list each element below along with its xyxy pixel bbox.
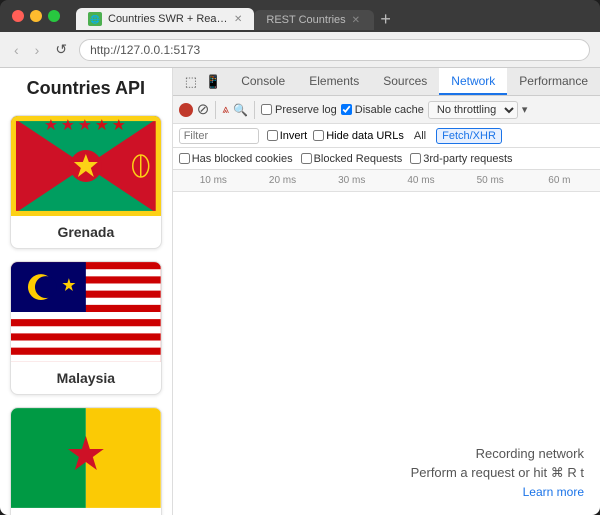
tick-30ms: 30 ms xyxy=(317,175,386,186)
network-recording-message: Recording network xyxy=(476,446,584,461)
list-item: Malaysia xyxy=(10,261,162,395)
all-filter[interactable]: All xyxy=(410,130,430,142)
tab-elements-label: Elements xyxy=(309,74,359,88)
tab-elements[interactable]: Elements xyxy=(297,68,371,95)
flag-grenada-container xyxy=(11,116,161,216)
tab-close-icon[interactable]: ✕ xyxy=(234,14,242,25)
tab-console[interactable]: Console xyxy=(229,68,297,95)
hide-data-label: Hide data URLs xyxy=(326,130,404,142)
url-text: http://127.0.0.1:5173 xyxy=(90,43,200,57)
content-area: Countries API xyxy=(0,68,600,515)
stop-button[interactable]: ⊘ xyxy=(197,102,210,117)
blocked-cookies-group: Has blocked cookies xyxy=(179,153,293,165)
filter-input[interactable] xyxy=(179,128,259,144)
device-icon[interactable]: 📱 xyxy=(201,74,225,90)
tab-favicon: 🌐 xyxy=(88,12,102,26)
filter-options: Invert Hide data URLs All Fetch/XHR xyxy=(267,128,502,144)
third-party-group: 3rd-party requests xyxy=(410,153,512,165)
tick-40ms: 40 ms xyxy=(386,175,455,186)
browser-tabs: 🌐 Countries SWR + React Query ✕ REST Cou… xyxy=(68,2,588,30)
record-button[interactable] xyxy=(179,103,193,117)
blocked-requests-checkbox[interactable] xyxy=(301,153,312,164)
tab-close-inactive-icon[interactable]: ✕ xyxy=(352,15,360,26)
fetch-xhr-filter[interactable]: Fetch/XHR xyxy=(436,128,502,144)
tab-sources[interactable]: Sources xyxy=(371,68,439,95)
list-item: French Guiana xyxy=(10,407,162,515)
forward-button[interactable]: › xyxy=(31,40,44,60)
blocked-cookies-label: Has blocked cookies xyxy=(192,153,293,165)
devtools-toolbar: ⊘ ⩓ 🔍 Preserve log Disable cache No thro… xyxy=(173,96,600,124)
search-icon[interactable]: 🔍 xyxy=(233,103,248,117)
devtools-panel: ⬚ 📱 Console Elements Sources Network Per… xyxy=(173,68,600,515)
disable-cache-label: Disable cache xyxy=(355,104,424,116)
countries-panel: Countries API xyxy=(0,68,173,515)
url-bar[interactable]: http://127.0.0.1:5173 xyxy=(79,39,590,61)
flag-malaysia-container xyxy=(11,262,161,362)
requests-filter-bar: Has blocked cookies Blocked Requests 3rd… xyxy=(173,148,600,170)
disable-cache-group: Disable cache xyxy=(341,104,424,116)
fullscreen-button[interactable] xyxy=(48,10,60,22)
throttle-select[interactable]: No throttling Fast 3G Slow 3G xyxy=(428,101,518,119)
frguiana-flag-icon xyxy=(11,408,161,508)
new-tab-button[interactable]: + xyxy=(374,9,397,30)
blocked-requests-label: Blocked Requests xyxy=(314,153,403,165)
toolbar-separator xyxy=(215,101,216,119)
list-item: Grenada xyxy=(10,115,162,249)
network-hint-message: Perform a request or hit ⌘ R t xyxy=(411,465,584,481)
minimize-button[interactable] xyxy=(30,10,42,22)
tab-console-label: Console xyxy=(241,74,285,88)
tick-20ms: 20 ms xyxy=(248,175,317,186)
address-bar: ‹ › ↺ http://127.0.0.1:5173 xyxy=(0,32,600,68)
page-title: Countries API xyxy=(10,78,162,99)
filter-icon[interactable]: ⩓ xyxy=(222,102,229,117)
malaysia-flag-icon xyxy=(11,262,161,362)
tab-inactive-label: REST Countries xyxy=(266,14,345,26)
inspect-icon[interactable]: ⬚ xyxy=(181,74,201,90)
hide-data-checkbox[interactable] xyxy=(313,130,324,141)
tick-60ms: 60 m xyxy=(525,175,594,186)
country-name-malaysia: Malaysia xyxy=(11,362,161,394)
tick-10ms: 10 ms xyxy=(179,175,248,186)
learn-more-link[interactable]: Learn more xyxy=(523,485,584,499)
refresh-button[interactable]: ↺ xyxy=(51,39,71,60)
tab-active-label: Countries SWR + React Query xyxy=(108,13,228,25)
tab-network[interactable]: Network xyxy=(439,68,507,95)
back-button[interactable]: ‹ xyxy=(10,40,23,60)
throttle-more-icon[interactable]: ▾ xyxy=(522,103,528,116)
disable-cache-checkbox[interactable] xyxy=(341,104,352,115)
devtools-tabs: ⬚ 📱 Console Elements Sources Network Per… xyxy=(173,68,600,96)
preserve-log-group: Preserve log xyxy=(261,104,337,116)
close-button[interactable] xyxy=(12,10,24,22)
tab-performance-label: Performance xyxy=(519,74,588,88)
third-party-label: 3rd-party requests xyxy=(423,153,512,165)
blocked-cookies-checkbox[interactable] xyxy=(179,153,190,164)
title-bar: 🌐 Countries SWR + React Query ✕ REST Cou… xyxy=(0,0,600,32)
invert-group: Invert xyxy=(267,130,308,142)
browser-window: 🌐 Countries SWR + React Query ✕ REST Cou… xyxy=(0,0,600,515)
preserve-log-label: Preserve log xyxy=(275,104,337,116)
timeline-header: 10 ms 20 ms 30 ms 40 ms 50 ms 60 m xyxy=(173,170,600,192)
network-empty-state: Recording network Perform a request or h… xyxy=(173,192,600,515)
tab-active[interactable]: 🌐 Countries SWR + React Query ✕ xyxy=(76,8,254,30)
third-party-checkbox[interactable] xyxy=(410,153,421,164)
grenada-flag-icon xyxy=(11,116,161,216)
country-name-frguiana: French Guiana xyxy=(11,508,161,515)
tab-network-label: Network xyxy=(451,74,495,88)
preserve-log-checkbox[interactable] xyxy=(261,104,272,115)
traffic-lights xyxy=(12,10,60,22)
hide-data-group: Hide data URLs xyxy=(313,130,404,142)
timeline-ticks: 10 ms 20 ms 30 ms 40 ms 50 ms 60 m xyxy=(179,175,594,186)
devtools-tab-icons: ⬚ 📱 xyxy=(177,68,229,95)
blocked-requests-group: Blocked Requests xyxy=(301,153,403,165)
devtools-filter-bar: Invert Hide data URLs All Fetch/XHR xyxy=(173,124,600,148)
flag-frguiana-container xyxy=(11,408,161,508)
tick-50ms: 50 ms xyxy=(456,175,525,186)
tab-sources-label: Sources xyxy=(383,74,427,88)
country-name-grenada: Grenada xyxy=(11,216,161,248)
invert-label: Invert xyxy=(280,130,308,142)
invert-checkbox[interactable] xyxy=(267,130,278,141)
tab-performance[interactable]: Performance xyxy=(507,68,600,95)
toolbar-separator-2 xyxy=(254,101,255,119)
tab-inactive[interactable]: REST Countries ✕ xyxy=(254,10,374,30)
